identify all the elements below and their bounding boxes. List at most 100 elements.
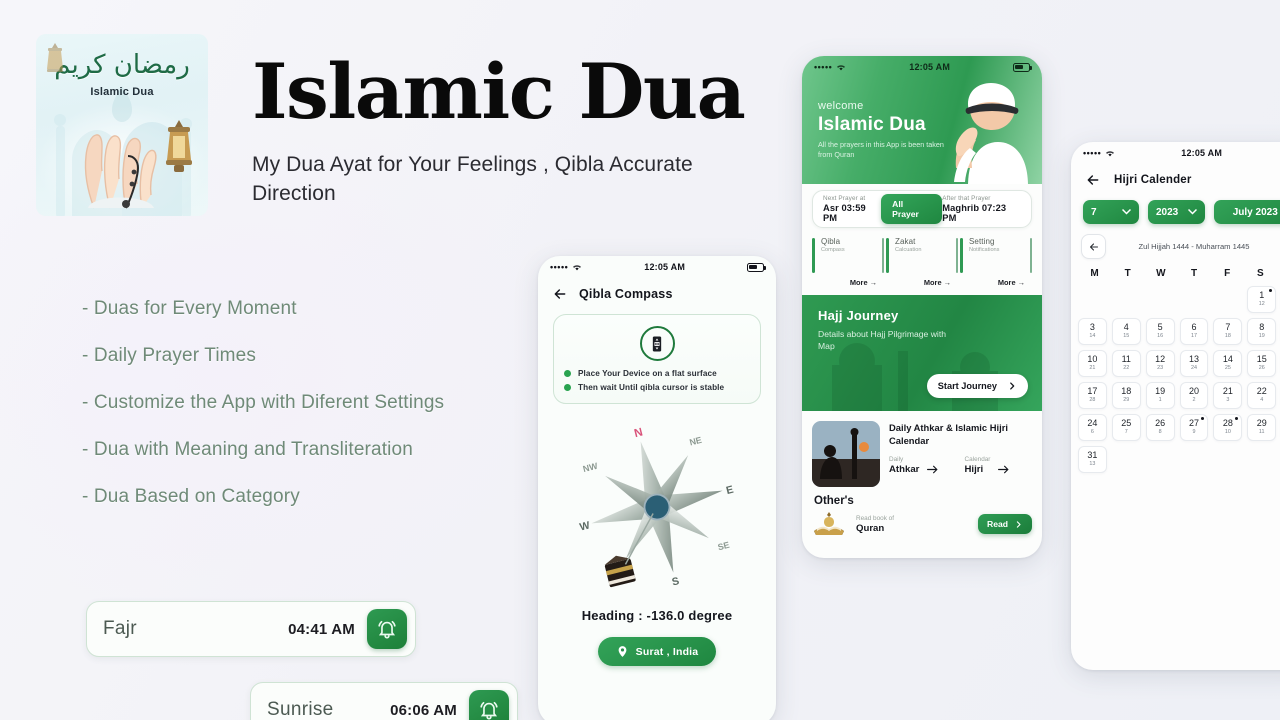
calendar-day-cell[interactable]: 10 21 bbox=[1078, 350, 1107, 377]
arrow-left-icon[interactable] bbox=[552, 286, 568, 302]
start-journey-button[interactable]: Start Journey bbox=[926, 374, 1028, 398]
all-prayer-button[interactable]: All Prayer bbox=[881, 194, 943, 224]
calendar-day-cell[interactable]: 7 18 bbox=[1213, 318, 1243, 345]
calendar-day-cell[interactable]: 21 3 bbox=[1213, 382, 1243, 409]
alarm-toggle-button[interactable] bbox=[469, 690, 509, 720]
calendar-day-cell[interactable]: 28 10 bbox=[1213, 414, 1243, 441]
compass-area[interactable]: N NE E SE S SW W NW bbox=[538, 412, 776, 602]
next-prayer-value: Asr 03:59 PM bbox=[823, 203, 866, 223]
quick-action-more-link[interactable]: More → bbox=[998, 278, 1025, 287]
page-title: Islamic Dua bbox=[252, 47, 746, 136]
calendar-day-grid[interactable]: 1122133144155166177188199201021112212231… bbox=[1071, 279, 1280, 473]
athkar-link-daily[interactable]: Daily Athkar bbox=[889, 456, 957, 475]
select-day[interactable]: 7 bbox=[1083, 200, 1139, 224]
read-button[interactable]: Read bbox=[977, 514, 1032, 534]
kaaba-icon bbox=[604, 555, 636, 588]
quick-action-setting[interactable]: Setting Notifications More → bbox=[960, 237, 1032, 287]
gregorian-day: 13 bbox=[1188, 354, 1199, 364]
calendar-day-cell[interactable]: 22 4 bbox=[1247, 382, 1277, 409]
prev-month-button[interactable] bbox=[1081, 234, 1106, 259]
calendar-day-cell[interactable]: 20 2 bbox=[1179, 382, 1209, 409]
status-time: 12:05 AM bbox=[1181, 148, 1223, 158]
quick-action-qibla[interactable]: Qibla Compass More → bbox=[812, 237, 884, 287]
hijri-day: 3 bbox=[1226, 397, 1230, 403]
calendar-day-cell[interactable]: 14 25 bbox=[1213, 350, 1243, 377]
qibla-instructions-card: Place Your Device on a flat surface Then… bbox=[553, 314, 761, 404]
calendar-day-cell[interactable]: 13 24 bbox=[1179, 350, 1209, 377]
gregorian-day: 8 bbox=[1259, 322, 1265, 332]
instruction-item: Then wait Until qibla cursor is stable bbox=[564, 383, 750, 392]
calendar-day-cell[interactable]: 25 7 bbox=[1111, 414, 1141, 441]
athkar-link-value: Hijri bbox=[964, 464, 984, 475]
wifi-icon bbox=[572, 263, 582, 271]
select-month[interactable]: July 2023 bbox=[1214, 200, 1280, 224]
quran-book-icon bbox=[814, 512, 844, 535]
athkar-link-value: Athkar bbox=[889, 464, 920, 475]
chevron-down-icon bbox=[1188, 209, 1198, 215]
calendar-day-cell[interactable]: 12 23 bbox=[1145, 350, 1175, 377]
athkar-link-label: Calendar bbox=[964, 456, 991, 463]
quick-action-more-link[interactable]: More → bbox=[850, 278, 877, 287]
calendar-day-cell[interactable]: 1 12 bbox=[1247, 286, 1277, 313]
hijri-day: 21 bbox=[1089, 365, 1096, 371]
calendar-day-cell[interactable]: 6 17 bbox=[1179, 318, 1209, 345]
compass-device-icon bbox=[639, 326, 675, 361]
hijri-day: 10 bbox=[1224, 429, 1231, 435]
calendar-day-cell[interactable]: 26 8 bbox=[1145, 414, 1175, 441]
svg-text:NW: NW bbox=[582, 461, 599, 474]
calendar-day-cell[interactable]: 18 29 bbox=[1111, 382, 1141, 409]
calendar-day-cell[interactable]: 19 1 bbox=[1145, 382, 1175, 409]
select-month-value: July 2023 bbox=[1232, 206, 1278, 218]
prayer-time-card-fajr[interactable]: Fajr 04:41 AM bbox=[86, 601, 416, 657]
battery-icon bbox=[1013, 62, 1032, 72]
status-bar: ••••• 12:05 AM bbox=[1071, 142, 1280, 164]
hajj-journey-card[interactable]: Hajj Journey Details about Hajj Pilgrima… bbox=[802, 295, 1042, 411]
arrow-left-icon[interactable] bbox=[1085, 172, 1101, 188]
svg-text:W: W bbox=[578, 519, 592, 533]
calendar-cell-empty bbox=[1180, 286, 1209, 313]
calendar-day-cell[interactable]: 8 19 bbox=[1247, 318, 1277, 345]
calendar-day-cell[interactable]: 29 11 bbox=[1247, 414, 1277, 441]
hijri-day: 15 bbox=[1123, 333, 1130, 339]
calendar-day-cell[interactable]: 31 13 bbox=[1078, 446, 1107, 473]
after-prayer-label: After that Prayer bbox=[942, 195, 991, 202]
select-year[interactable]: 2023 bbox=[1148, 200, 1206, 224]
feature-item: - Dua Based on Category bbox=[82, 486, 300, 507]
athkar-title: Daily Athkar & Islamic Hijri Calendar bbox=[889, 422, 1008, 446]
gregorian-day: 3 bbox=[1089, 322, 1095, 332]
gregorian-day: 18 bbox=[1121, 386, 1132, 396]
hijri-day: 14 bbox=[1089, 333, 1096, 339]
after-prayer-value: Maghrib 07:23 PM bbox=[942, 203, 1007, 223]
calendar-day-cell[interactable]: 24 6 bbox=[1078, 414, 1107, 441]
gregorian-day: 4 bbox=[1123, 322, 1129, 332]
battery-icon bbox=[747, 262, 766, 272]
app-logo: رمضان كريم Islamic Dua bbox=[36, 34, 208, 216]
hijri-day: 16 bbox=[1157, 333, 1164, 339]
athkar-link-calendar[interactable]: Calendar Hijri bbox=[965, 456, 1033, 475]
location-button[interactable]: Surat , India bbox=[598, 637, 716, 666]
calendar-day-cell[interactable]: 27 9 bbox=[1179, 414, 1209, 441]
instruction-item: Place Your Device on a flat surface bbox=[564, 369, 750, 378]
promo-screenshot: رمضان كريم Islamic Dua Islamic Dua My Du… bbox=[0, 0, 1280, 720]
alarm-toggle-button[interactable] bbox=[367, 609, 407, 649]
weekday-label: S bbox=[1256, 268, 1264, 279]
compass-rose-icon[interactable]: N NE E SE S SW W NW bbox=[549, 399, 765, 615]
calendar-day-cell[interactable]: 17 28 bbox=[1078, 382, 1107, 409]
hajj-title: Hajj Journey bbox=[818, 308, 899, 323]
quick-action-zakat[interactable]: Zakat Calcuation More → bbox=[886, 237, 958, 287]
calendar-day-cell[interactable]: 5 16 bbox=[1145, 318, 1175, 345]
hijri-range-label: Zul Hijjah 1444 - Muharram 1445 bbox=[1138, 242, 1250, 251]
calendar-day-cell[interactable]: 3 14 bbox=[1078, 318, 1107, 345]
prayer-time-card-sunrise[interactable]: Sunrise 06:06 AM bbox=[250, 682, 518, 720]
calendar-weekday-header: MTWTFSS bbox=[1071, 259, 1280, 279]
quran-row[interactable]: Read book of Quran Read bbox=[812, 511, 1032, 537]
calendar-day-cell[interactable]: 11 22 bbox=[1111, 350, 1141, 377]
calendar-day-cell[interactable]: 4 15 bbox=[1111, 318, 1141, 345]
gregorian-day: 20 bbox=[1188, 386, 1199, 396]
gregorian-day: 28 bbox=[1222, 418, 1233, 428]
quick-action-subtitle: Calcuation bbox=[895, 247, 922, 253]
quick-action-more-link[interactable]: More → bbox=[924, 278, 951, 287]
weekday-label: T bbox=[1124, 268, 1131, 279]
calendar-day-cell[interactable]: 15 26 bbox=[1247, 350, 1277, 377]
svg-text:SE: SE bbox=[717, 540, 731, 553]
